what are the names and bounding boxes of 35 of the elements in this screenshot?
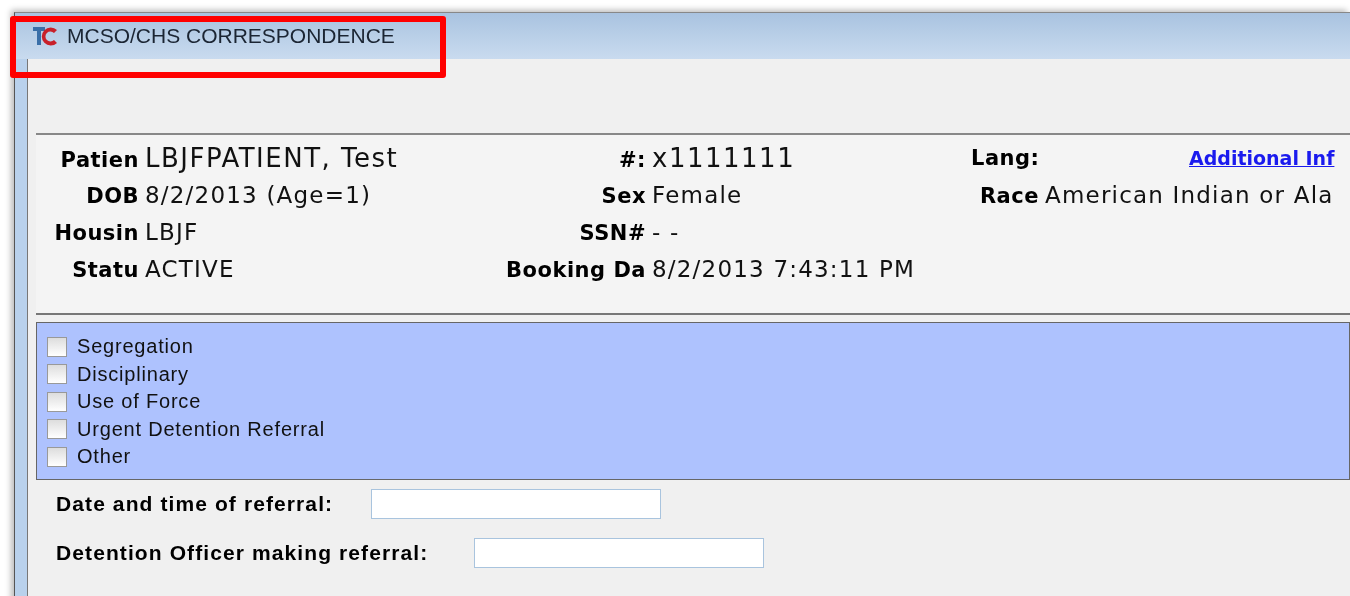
field-value: ACTIVE — [145, 255, 235, 282]
checkbox-label: Disciplinary — [77, 362, 189, 386]
field-label: #: — [618, 147, 646, 172]
field-label: Race — [978, 183, 1039, 208]
field-label: Lang: — [971, 145, 1039, 170]
field-value: LBJFPATIENT, Test — [145, 142, 399, 173]
field-label: Housin — [53, 220, 139, 245]
checkbox[interactable] — [47, 364, 67, 385]
field-label: DOB — [85, 183, 139, 208]
field-label: SSN# — [578, 220, 646, 245]
checkbox-label: Use of Force — [77, 390, 202, 414]
checkbox[interactable] — [47, 419, 67, 440]
window-title: MCSO/CHS CORRESPONDENCE — [67, 24, 395, 48]
field-value: 8/2/2013 7:43:11 PM — [652, 255, 916, 282]
field-value: - - — [652, 218, 680, 245]
field-value: 8/2/2013 (Age=1) — [145, 181, 372, 208]
input-field[interactable] — [474, 538, 765, 568]
checkbox[interactable] — [47, 446, 67, 467]
field-value: LBJF — [145, 218, 199, 245]
field-label: Booking Da — [505, 257, 646, 282]
field-value: American Indian or Ala — [1045, 181, 1334, 208]
checkbox[interactable] — [47, 336, 67, 357]
field-value: x1111111 — [652, 142, 796, 173]
checkbox-label: Segregation — [77, 335, 194, 359]
input-field[interactable] — [371, 489, 662, 519]
field-label: Sex — [600, 183, 646, 208]
form-label: Detention Officer making referral: — [56, 541, 429, 565]
checkbox-label: Urgent Detention Referral — [77, 417, 325, 441]
checkbox[interactable] — [47, 391, 67, 412]
checkbox-label: Other — [77, 445, 132, 469]
field-label: Patien — [59, 147, 139, 172]
field-label: Statu — [71, 257, 139, 282]
form-label: Date and time of referral: — [56, 492, 334, 516]
additional-info-link[interactable]: Additional Inf — [1189, 146, 1335, 169]
field-value: Female — [652, 181, 743, 208]
